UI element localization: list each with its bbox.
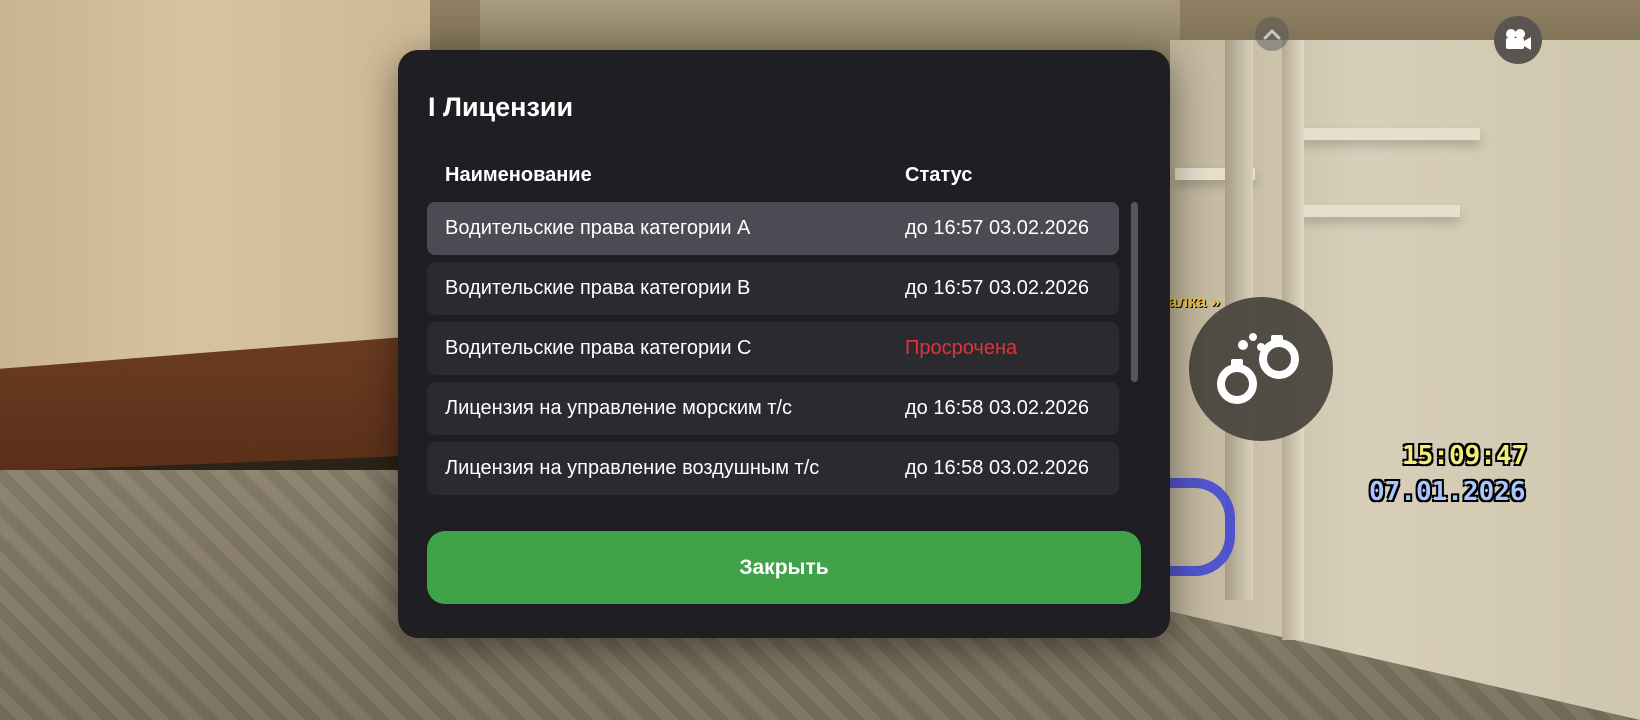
video-camera-icon — [1506, 29, 1531, 50]
license-status: до 16:57 03.02.2026 — [905, 277, 1090, 299]
license-row[interactable]: Водительские права категории C Просрочен… — [427, 322, 1119, 375]
hint-text: алка » — [1168, 292, 1221, 311]
license-list-scrollbar[interactable] — [1129, 202, 1139, 496]
license-row[interactable]: Водительские права категории A до 16:57 … — [427, 202, 1119, 255]
licenses-modal: I Лицензии Наименование Статус Водительс… — [398, 50, 1170, 638]
chevron-up-icon — [1263, 29, 1281, 40]
license-status: до 16:58 03.02.2026 — [905, 457, 1090, 479]
license-status-expired: Просрочена — [905, 337, 1018, 359]
license-status: до 16:57 03.02.2026 — [905, 217, 1090, 239]
shelf — [1300, 205, 1460, 217]
license-name: Лицензия на управление воздушным т/с — [445, 457, 820, 479]
license-name: Водительские права категории A — [445, 217, 751, 239]
column-header-name: Наименование — [445, 164, 592, 186]
camera-button[interactable] — [1494, 16, 1542, 64]
license-list[interactable]: Водительские права категории A до 16:57 … — [427, 202, 1119, 498]
handcuffs-icon — [1217, 333, 1299, 404]
license-name: Лицензия на управление морским т/с — [445, 397, 793, 419]
scrollbar-thumb[interactable] — [1131, 202, 1138, 382]
license-status: до 16:58 03.02.2026 — [905, 397, 1090, 419]
license-name: Водительские права категории B — [445, 277, 751, 299]
shelf — [1300, 128, 1480, 140]
license-row[interactable]: Лицензия на управление воздушным т/с до … — [427, 442, 1119, 495]
license-row[interactable]: Лицензия на управление морским т/с до 16… — [427, 382, 1119, 435]
close-button[interactable]: Закрыть — [427, 531, 1141, 604]
license-name: Водительские права категории C — [445, 337, 752, 359]
modal-title: I Лицензии — [428, 92, 574, 122]
collapse-button[interactable] — [1255, 17, 1289, 51]
handcuffs-button[interactable] — [1189, 297, 1333, 441]
column-header-status: Статус — [905, 164, 973, 186]
hud-date: 07.01.2026 — [1369, 477, 1526, 507]
blue-marker — [1165, 478, 1235, 576]
license-row[interactable]: Водительские права категории B до 16:57 … — [427, 262, 1119, 315]
hud-clock: 15:09:47 — [1402, 441, 1528, 471]
